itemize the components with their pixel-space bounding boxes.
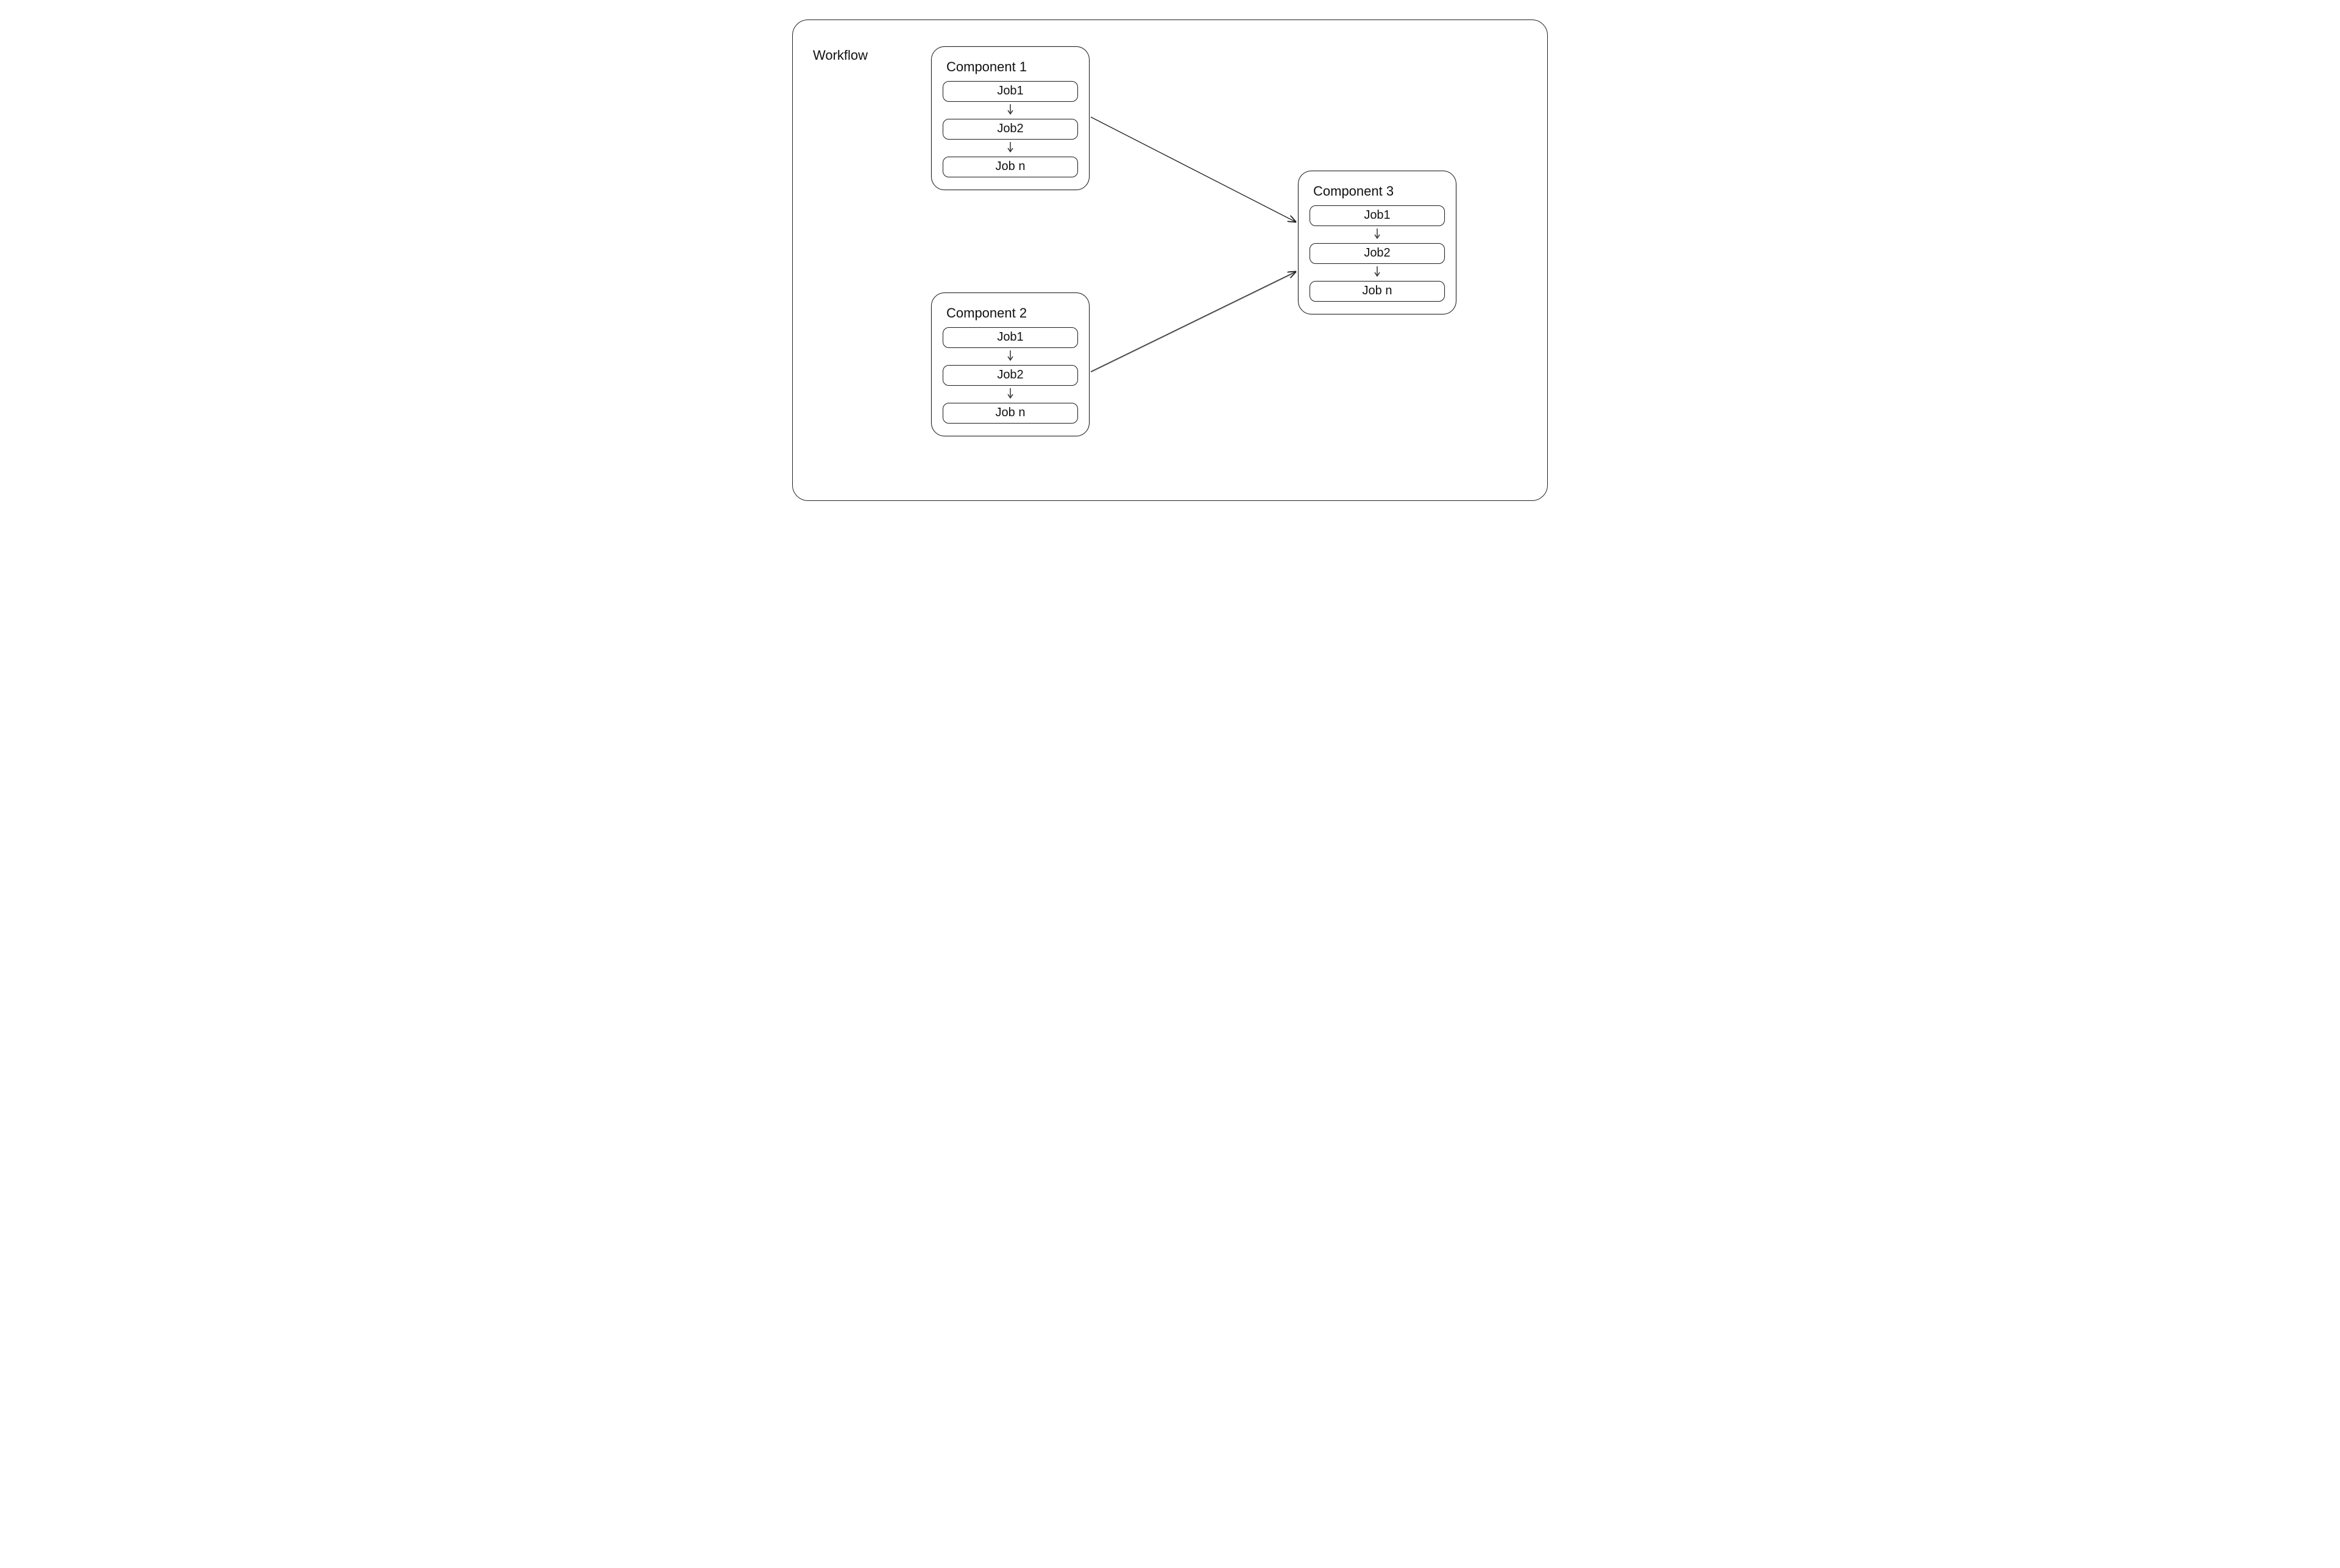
arrow-down-icon [1006,349,1015,363]
arrow-down-icon [1006,141,1015,154]
component-1-job-n: Job n [943,157,1078,177]
component-3-job-2: Job2 [1310,243,1445,264]
component-1-job-1: Job1 [943,81,1078,102]
component-3-arrow-1 [1307,229,1447,241]
component-2-arrow-1 [940,350,1080,363]
component-3-job-1: Job1 [1310,205,1445,226]
component-2-job-2: Job2 [943,365,1078,386]
component-1-box: Component 1 Job1 Job2 Job n [931,46,1090,190]
component-3-job-n: Job n [1310,281,1445,302]
component-3-title: Component 3 [1313,183,1445,199]
component-1-arrow-2 [940,142,1080,154]
component-3-arrow-2 [1307,266,1447,278]
component-1-title: Component 1 [946,59,1078,75]
component-1-job-2: Job2 [943,119,1078,140]
component-3-box: Component 3 Job1 Job2 Job n [1298,171,1456,314]
arrow-down-icon [1006,387,1015,400]
diagram-stage: Workflow Component 1 Job1 Job2 Job n Com… [780,0,1560,523]
arrow-down-icon [1373,265,1381,278]
arrow-down-icon [1006,103,1015,116]
component-2-job-n: Job n [943,403,1078,424]
component-1-arrow-1 [940,104,1080,116]
arrow-down-icon [1373,227,1381,241]
workflow-label: Workflow [813,48,868,63]
component-2-box: Component 2 Job1 Job2 Job n [931,293,1090,436]
component-2-job-1: Job1 [943,327,1078,348]
component-2-title: Component 2 [946,305,1078,321]
component-2-arrow-2 [940,388,1080,400]
